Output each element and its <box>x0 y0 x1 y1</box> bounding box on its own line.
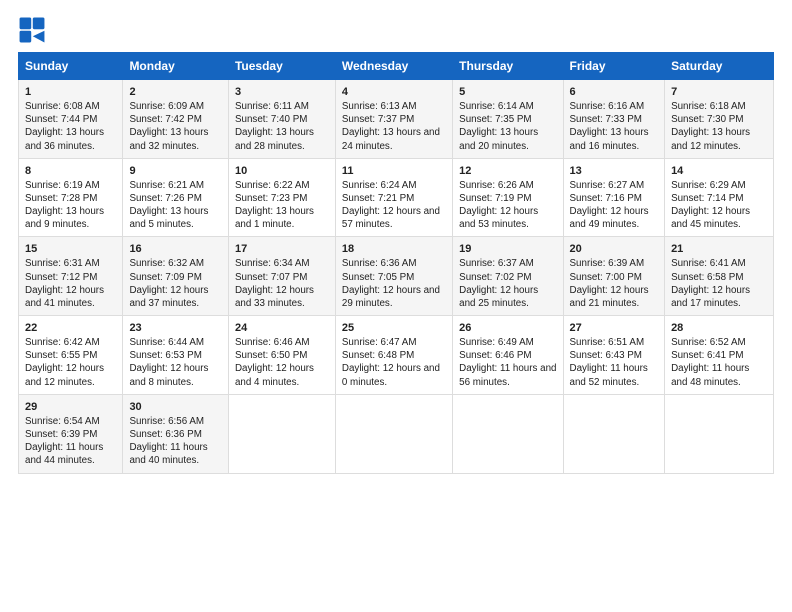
day-cell: 11Sunrise: 6:24 AMSunset: 7:21 PMDayligh… <box>335 158 452 237</box>
day-cell: 14Sunrise: 6:29 AMSunset: 7:14 PMDayligh… <box>665 158 774 237</box>
day-cell <box>453 394 563 473</box>
day-cell: 12Sunrise: 6:26 AMSunset: 7:19 PMDayligh… <box>453 158 563 237</box>
day-cell: 6Sunrise: 6:16 AMSunset: 7:33 PMDaylight… <box>563 80 665 159</box>
day-cell: 1Sunrise: 6:08 AMSunset: 7:44 PMDaylight… <box>19 80 123 159</box>
col-header-tuesday: Tuesday <box>228 53 335 80</box>
day-cell: 25Sunrise: 6:47 AMSunset: 6:48 PMDayligh… <box>335 316 452 395</box>
week-row-1: 1Sunrise: 6:08 AMSunset: 7:44 PMDaylight… <box>19 80 774 159</box>
col-header-sunday: Sunday <box>19 53 123 80</box>
day-cell: 3Sunrise: 6:11 AMSunset: 7:40 PMDaylight… <box>228 80 335 159</box>
day-cell <box>563 394 665 473</box>
col-header-saturday: Saturday <box>665 53 774 80</box>
day-cell <box>665 394 774 473</box>
day-cell: 20Sunrise: 6:39 AMSunset: 7:00 PMDayligh… <box>563 237 665 316</box>
logo <box>18 16 48 44</box>
day-cell: 23Sunrise: 6:44 AMSunset: 6:53 PMDayligh… <box>123 316 229 395</box>
page: SundayMondayTuesdayWednesdayThursdayFrid… <box>0 0 792 484</box>
header-row: SundayMondayTuesdayWednesdayThursdayFrid… <box>19 53 774 80</box>
day-cell <box>335 394 452 473</box>
col-header-thursday: Thursday <box>453 53 563 80</box>
day-cell: 29Sunrise: 6:54 AMSunset: 6:39 PMDayligh… <box>19 394 123 473</box>
day-cell: 18Sunrise: 6:36 AMSunset: 7:05 PMDayligh… <box>335 237 452 316</box>
day-cell: 26Sunrise: 6:49 AMSunset: 6:46 PMDayligh… <box>453 316 563 395</box>
day-cell <box>228 394 335 473</box>
day-cell: 9Sunrise: 6:21 AMSunset: 7:26 PMDaylight… <box>123 158 229 237</box>
day-cell: 22Sunrise: 6:42 AMSunset: 6:55 PMDayligh… <box>19 316 123 395</box>
day-cell: 24Sunrise: 6:46 AMSunset: 6:50 PMDayligh… <box>228 316 335 395</box>
calendar-table: SundayMondayTuesdayWednesdayThursdayFrid… <box>18 52 774 474</box>
week-row-2: 8Sunrise: 6:19 AMSunset: 7:28 PMDaylight… <box>19 158 774 237</box>
col-header-wednesday: Wednesday <box>335 53 452 80</box>
week-row-5: 29Sunrise: 6:54 AMSunset: 6:39 PMDayligh… <box>19 394 774 473</box>
day-cell: 17Sunrise: 6:34 AMSunset: 7:07 PMDayligh… <box>228 237 335 316</box>
day-cell: 4Sunrise: 6:13 AMSunset: 7:37 PMDaylight… <box>335 80 452 159</box>
col-header-monday: Monday <box>123 53 229 80</box>
header <box>18 16 774 44</box>
day-cell: 5Sunrise: 6:14 AMSunset: 7:35 PMDaylight… <box>453 80 563 159</box>
logo-icon <box>18 16 46 44</box>
day-cell: 30Sunrise: 6:56 AMSunset: 6:36 PMDayligh… <box>123 394 229 473</box>
day-cell: 2Sunrise: 6:09 AMSunset: 7:42 PMDaylight… <box>123 80 229 159</box>
day-cell: 19Sunrise: 6:37 AMSunset: 7:02 PMDayligh… <box>453 237 563 316</box>
week-row-4: 22Sunrise: 6:42 AMSunset: 6:55 PMDayligh… <box>19 316 774 395</box>
col-header-friday: Friday <box>563 53 665 80</box>
day-cell: 15Sunrise: 6:31 AMSunset: 7:12 PMDayligh… <box>19 237 123 316</box>
day-cell: 7Sunrise: 6:18 AMSunset: 7:30 PMDaylight… <box>665 80 774 159</box>
day-cell: 28Sunrise: 6:52 AMSunset: 6:41 PMDayligh… <box>665 316 774 395</box>
day-cell: 13Sunrise: 6:27 AMSunset: 7:16 PMDayligh… <box>563 158 665 237</box>
week-row-3: 15Sunrise: 6:31 AMSunset: 7:12 PMDayligh… <box>19 237 774 316</box>
day-cell: 27Sunrise: 6:51 AMSunset: 6:43 PMDayligh… <box>563 316 665 395</box>
day-cell: 8Sunrise: 6:19 AMSunset: 7:28 PMDaylight… <box>19 158 123 237</box>
day-cell: 10Sunrise: 6:22 AMSunset: 7:23 PMDayligh… <box>228 158 335 237</box>
day-cell: 16Sunrise: 6:32 AMSunset: 7:09 PMDayligh… <box>123 237 229 316</box>
day-cell: 21Sunrise: 6:41 AMSunset: 6:58 PMDayligh… <box>665 237 774 316</box>
